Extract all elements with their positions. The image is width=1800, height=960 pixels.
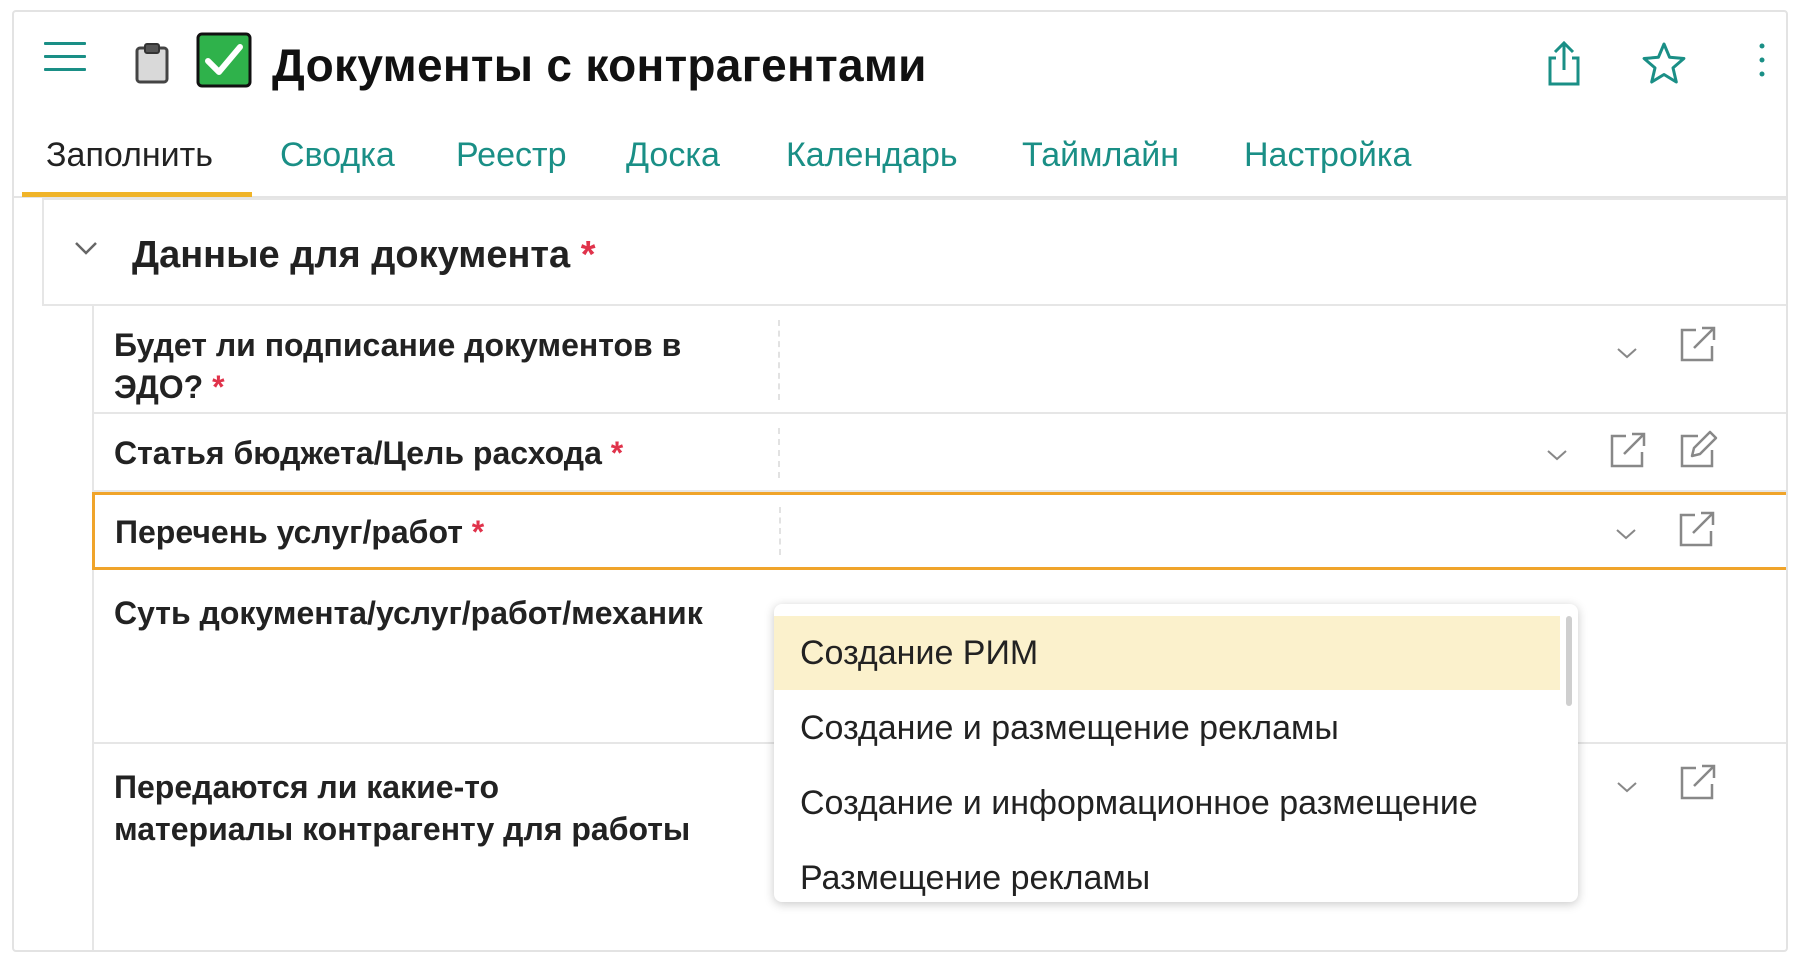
tab-summary[interactable]: Сводка — [280, 136, 395, 175]
field-label-line2: материалы контрагенту для работы — [114, 811, 691, 847]
star-icon[interactable] — [1640, 40, 1688, 88]
share-icon[interactable] — [1540, 40, 1588, 88]
open-external-icon[interactable] — [1678, 324, 1718, 364]
services-dropdown[interactable]: Создание РИМ Создание и размещение рекла… — [774, 604, 1578, 902]
chevron-down-icon[interactable] — [1615, 527, 1637, 541]
more-icon[interactable] — [1750, 40, 1774, 88]
app-header: Документы с контрагентами — [14, 12, 1786, 108]
edit-icon[interactable] — [1678, 430, 1718, 470]
field-label: Будет ли подписание документов в ЭДО? * — [114, 324, 754, 408]
chevron-down-icon[interactable] — [1616, 346, 1638, 360]
tab-calendar[interactable]: Календарь — [786, 136, 958, 175]
field-label-line2: ЭДО? — [114, 369, 204, 405]
dropdown-option[interactable]: Создание и размещение рекламы — [774, 691, 1560, 765]
tab-bar: Заполнить Сводка Реестр Доска Календарь … — [14, 122, 1786, 198]
required-mark: * — [212, 369, 225, 405]
dropdown-option[interactable]: Размещение рекламы — [774, 841, 1560, 902]
chevron-down-icon[interactable] — [1616, 780, 1638, 794]
chevron-down-icon[interactable] — [1546, 448, 1568, 462]
section-title-text: Данные для документа — [132, 234, 571, 276]
section-header[interactable]: Данные для документа * — [42, 198, 1786, 306]
required-mark: * — [471, 514, 485, 550]
field-label-text: Суть документа/услуг/работ/механик — [114, 595, 703, 631]
field-label: Перечень услуг/работ * — [115, 511, 755, 553]
tab-registry[interactable]: Реестр — [456, 136, 566, 175]
field-label: Суть документа/услуг/работ/механик — [114, 592, 794, 634]
section-title: Данные для документа * — [132, 234, 596, 277]
app-window: Документы с контрагентами Заполнить Свод… — [12, 10, 1788, 952]
field-label-text: Перечень услуг/работ — [115, 514, 463, 550]
page-title: Документы с контрагентами — [272, 39, 927, 91]
field-label-line1: Будет ли подписание документов в — [114, 327, 682, 363]
required-mark: * — [610, 435, 624, 471]
open-external-icon[interactable] — [1677, 509, 1717, 549]
field-label-text: Статья бюджета/Цель расхода — [114, 435, 602, 471]
field-label: Статья бюджета/Цель расхода * — [114, 432, 754, 474]
dropdown-option[interactable]: Создание РИМ — [774, 616, 1560, 690]
open-external-icon[interactable] — [1678, 762, 1718, 802]
chevron-down-icon[interactable] — [74, 238, 98, 258]
field-divider — [779, 507, 781, 555]
tab-fill[interactable]: Заполнить — [46, 136, 213, 175]
field-label-line1: Передаются ли какие-то — [114, 769, 500, 805]
field-divider — [778, 320, 780, 400]
field-divider — [778, 428, 780, 478]
dropdown-scrollbar[interactable] — [1566, 616, 1572, 706]
tab-settings[interactable]: Настройка — [1244, 136, 1411, 175]
check-mark-icon — [196, 32, 252, 88]
active-tab-indicator — [22, 192, 252, 197]
field-row-edo[interactable]: Будет ли подписание документов в ЭДО? * — [94, 306, 1786, 414]
field-row-services[interactable]: Перечень услуг/работ * — [92, 492, 1786, 570]
open-external-icon[interactable] — [1608, 430, 1648, 470]
menu-icon[interactable] — [44, 40, 86, 74]
tab-timeline[interactable]: Таймлайн — [1022, 136, 1179, 175]
field-row-budget[interactable]: Статья бюджета/Цель расхода * — [94, 414, 1786, 492]
required-mark: * — [580, 234, 596, 276]
clipboard-icon — [135, 43, 169, 84]
tab-board[interactable]: Доска — [626, 136, 720, 175]
field-label: Передаются ли какие-то материалы контраг… — [114, 766, 754, 850]
dropdown-option[interactable]: Создание и информационное размещение — [774, 766, 1560, 840]
